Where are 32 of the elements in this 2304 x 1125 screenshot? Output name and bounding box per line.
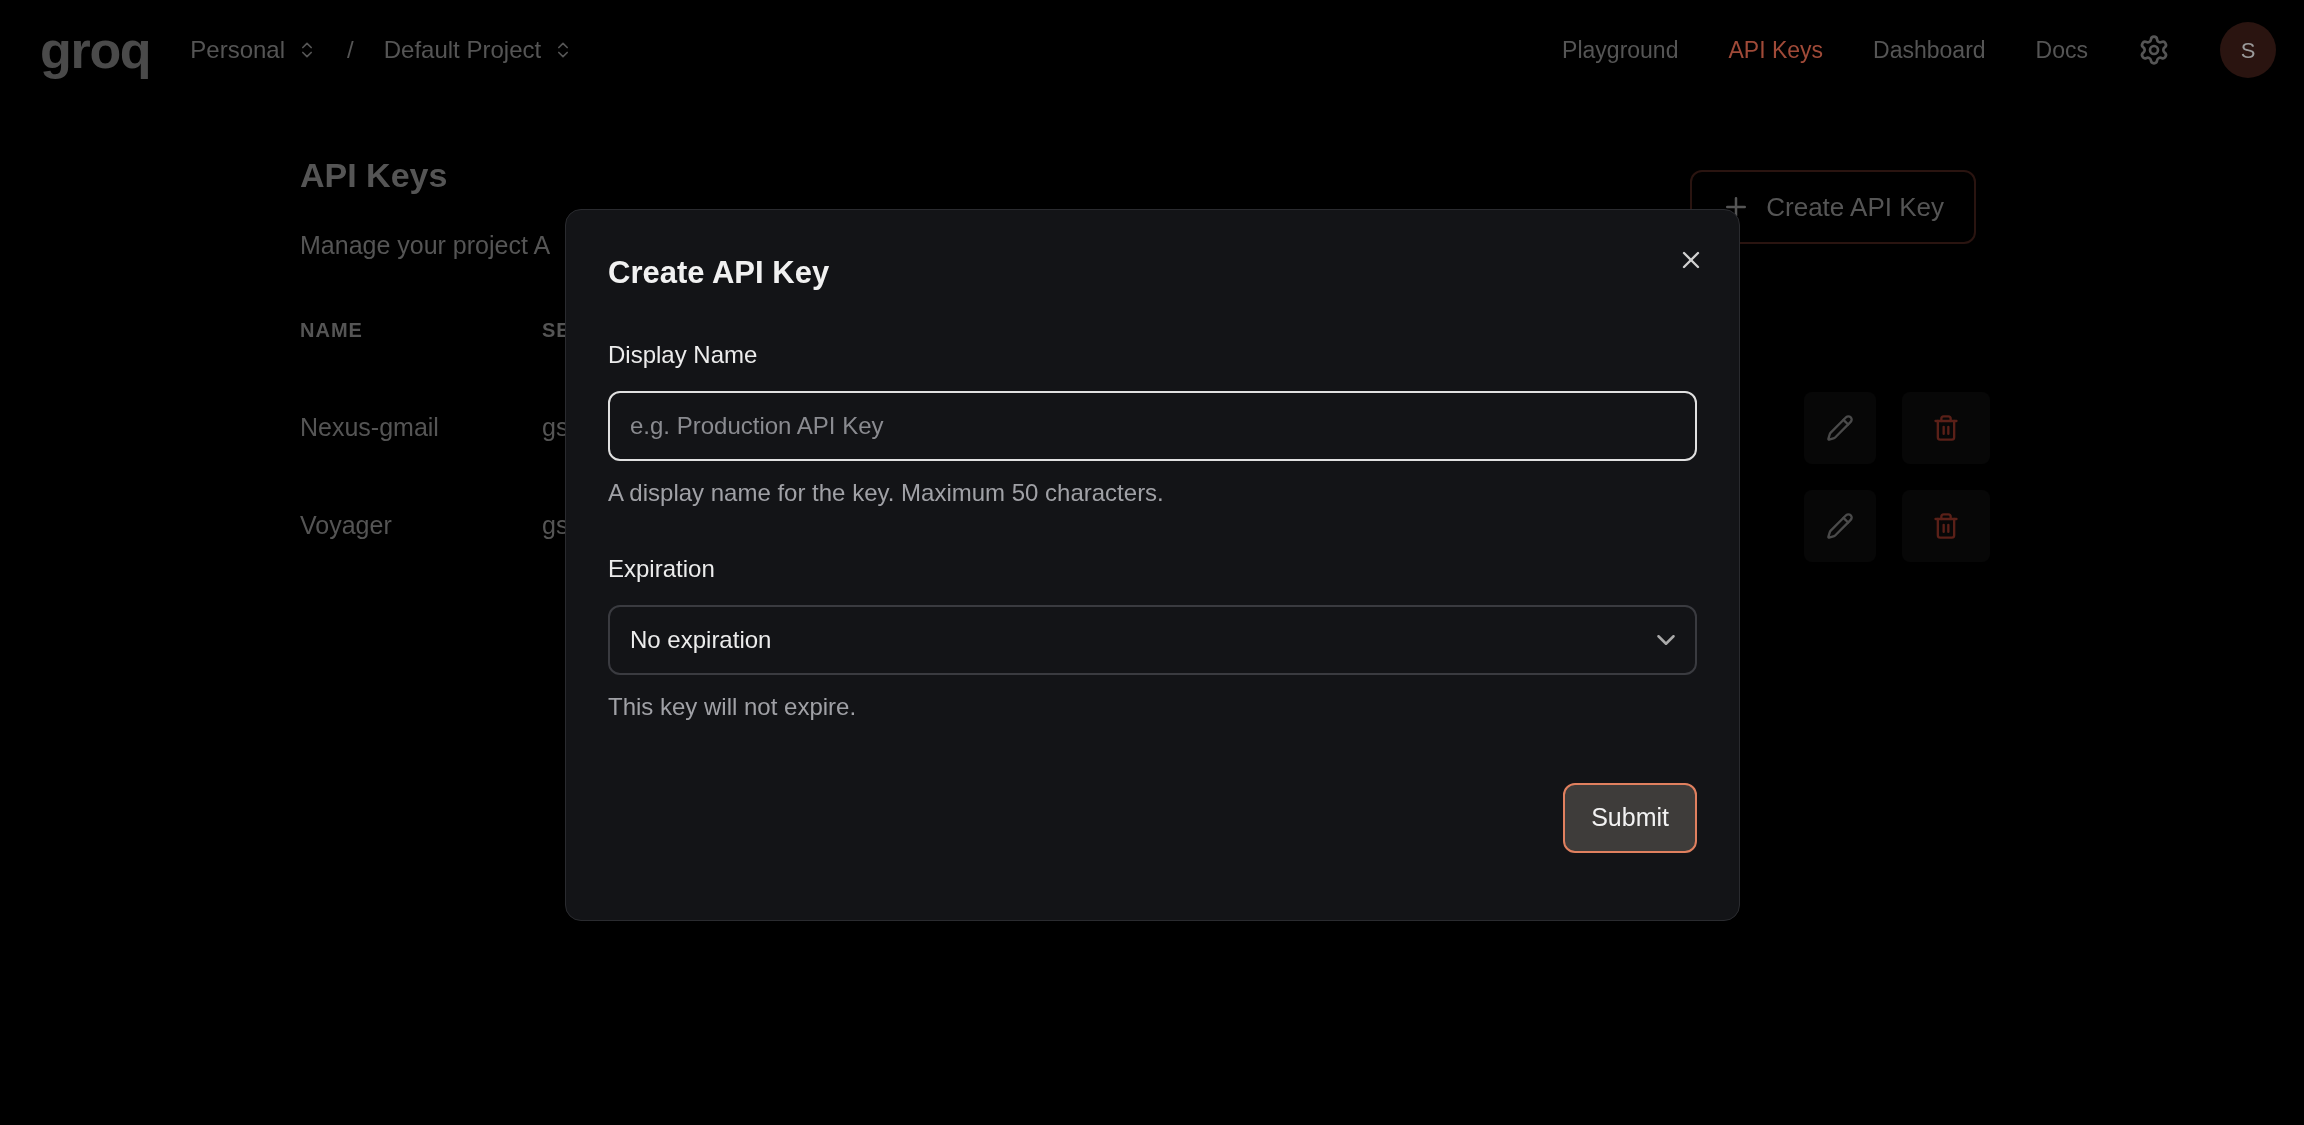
edit-button[interactable] <box>1804 489 1876 562</box>
edit-button[interactable] <box>1804 391 1876 464</box>
select-field[interactable]: No expiration <box>608 604 1697 675</box>
field-hint: A display name for the key. Maximum 50 characters. <box>608 477 1165 508</box>
chevron-icon <box>1657 634 1675 645</box>
settings-icon[interactable] <box>2138 34 2170 66</box>
table-cell-text: Voyager <box>300 509 393 541</box>
input-field[interactable]: e.g. Production API Key <box>608 390 1697 461</box>
table-cell-text: Nexus-gmail <box>300 411 440 443</box>
field-hint: This key will not expire. <box>608 691 858 722</box>
submit-button[interactable]: Submit <box>1563 782 1697 853</box>
project-selector[interactable]: Default Project <box>383 32 574 68</box>
page-title: API Keys <box>300 155 449 196</box>
nav-link[interactable]: Playground <box>1562 32 1679 68</box>
avatar[interactable]: S <box>2220 22 2276 78</box>
dialog-title: Create API Key <box>608 254 830 292</box>
column-header: NAME <box>300 317 364 343</box>
field-label: Display Name <box>608 339 759 370</box>
trash-icon <box>1932 511 1960 540</box>
org-selector[interactable]: Personal <box>190 32 318 68</box>
delete-button[interactable] <box>1902 391 1990 464</box>
breadcrumb-separator: / <box>347 35 354 65</box>
pencil-icon <box>1826 511 1854 540</box>
nav-link[interactable]: Docs <box>2035 32 2088 68</box>
nav-link[interactable]: API Keys <box>1728 32 1824 68</box>
plus-icon <box>1726 197 1747 217</box>
trash-icon <box>1932 413 1960 442</box>
nav-link[interactable]: Dashboard <box>1873 32 1986 68</box>
field-label: Expiration <box>608 553 716 584</box>
pencil-icon <box>1826 413 1854 442</box>
delete-button[interactable] <box>1902 489 1990 562</box>
page-subtitle: Manage your project A <box>300 230 551 261</box>
